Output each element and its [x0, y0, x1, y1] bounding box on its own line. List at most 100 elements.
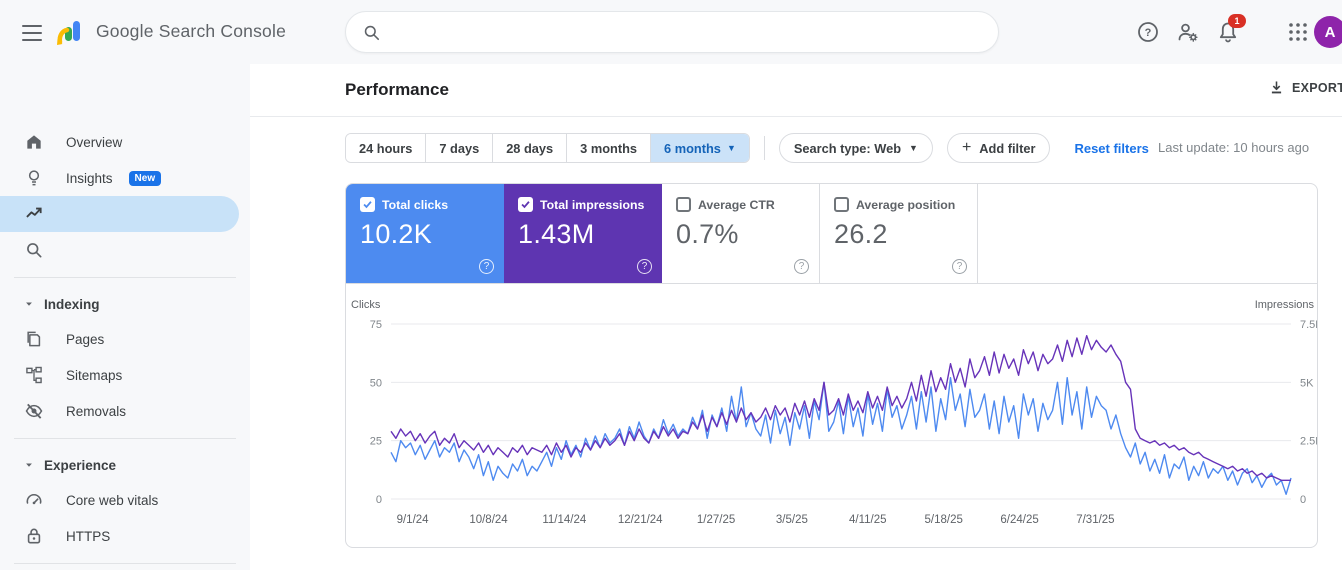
- avatar[interactable]: A: [1314, 16, 1342, 48]
- metric-value: 10.2K: [360, 219, 433, 249]
- date-range-6-months[interactable]: 6 months ▼: [651, 134, 749, 162]
- svg-text:50: 50: [370, 377, 382, 389]
- metric-label: Total clicks: [382, 197, 449, 212]
- svg-text:0: 0: [376, 494, 382, 506]
- top-bar: Google Search Console ? 1 A: [0, 0, 1342, 64]
- sidebar-divider: [14, 277, 236, 278]
- metric-checkbox[interactable]: [834, 197, 849, 212]
- sidebar-item-label: HTTPS: [66, 528, 111, 544]
- lightbulb-icon: [28, 170, 40, 186]
- sidebar-item-overview[interactable]: Overview: [0, 124, 250, 160]
- svg-text:75: 75: [370, 319, 382, 331]
- main-content: Performance EXPORT 24 hours 7 days 28 days…: [250, 64, 1342, 570]
- sidebar-item-sitemaps[interactable]: Sitemaps: [0, 357, 250, 393]
- svg-text:6/24/25: 6/24/25: [1000, 514, 1038, 526]
- export-label: EXPORT: [1292, 80, 1342, 95]
- trending-icon: [26, 207, 42, 218]
- performance-chart[interactable]: 0 0 25 2.5K 50 5K 75 7.5K Clicks Impressions 9/1/2…: [346, 284, 1318, 548]
- filter-divider: [763, 136, 765, 160]
- sidebar-item-label: Insights: [66, 170, 113, 186]
- sidebar-item-label: Core web vitals: [66, 492, 159, 508]
- performance-panel: Total clicks 10.2K? Total impressions 1.43M…: [345, 183, 1318, 548]
- metric-checkbox[interactable]: [676, 197, 691, 212]
- download-icon: [1271, 81, 1282, 94]
- sidebar-divider: [14, 563, 236, 564]
- metric-help-icon[interactable]: ?: [952, 259, 967, 274]
- metric-label: Average CTR: [698, 197, 775, 212]
- user-settings-icon[interactable]: [1176, 20, 1200, 44]
- date-range-group: 24 hours 7 days 28 days 3 months 6 months ▼: [345, 133, 750, 163]
- sidebar-item-label: Removals: [66, 403, 127, 419]
- metric-checkbox[interactable]: [360, 197, 375, 212]
- metric-tile-average-position[interactable]: Average position 26.2?: [820, 184, 978, 283]
- search-console-logo-icon: [57, 21, 80, 45]
- add-filter-label: Add filter: [979, 140, 1036, 156]
- sidebar-section-indexing[interactable]: Indexing: [0, 287, 250, 321]
- metric-value: 1.43M: [518, 219, 595, 249]
- date-range-7-days[interactable]: 7 days: [426, 134, 494, 162]
- svg-text:5/18/25: 5/18/25: [925, 514, 963, 526]
- svg-text:11/14/24: 11/14/24: [542, 514, 587, 526]
- apps-grid-icon[interactable]: [1286, 20, 1310, 44]
- notifications-bell-icon[interactable]: 1: [1216, 14, 1246, 44]
- sidebar-item-url-inspection[interactable]: [0, 232, 250, 268]
- svg-text:Impressions: Impressions: [1255, 299, 1315, 311]
- date-range-label: 28 days: [506, 140, 554, 156]
- chevron-down-icon: ▼: [909, 142, 918, 153]
- svg-text:?: ?: [1145, 27, 1152, 39]
- metric-tile-total-clicks[interactable]: Total clicks 10.2K?: [346, 184, 504, 283]
- svg-text:3/5/25: 3/5/25: [776, 514, 808, 526]
- svg-text:Clicks: Clicks: [351, 299, 381, 311]
- metric-checkbox[interactable]: [518, 197, 533, 212]
- svg-text:4/11/25: 4/11/25: [849, 514, 887, 526]
- title-row: Performance EXPORT: [250, 64, 1342, 117]
- metric-help-icon[interactable]: ?: [794, 259, 809, 274]
- date-range-24-hours[interactable]: 24 hours: [346, 134, 427, 162]
- sidebar-item-insights[interactable]: Insights New: [0, 160, 250, 196]
- date-range-28-days[interactable]: 28 days: [493, 134, 568, 162]
- notification-badge: 1: [1228, 14, 1246, 28]
- sidebar-item-removals[interactable]: Removals: [0, 393, 250, 429]
- metric-help-icon[interactable]: ?: [637, 259, 652, 274]
- speedometer-icon: [26, 493, 42, 505]
- export-button[interactable]: EXPORT: [1262, 78, 1342, 97]
- add-filter-chip[interactable]: + Add filter: [946, 133, 1051, 163]
- reset-filters-link[interactable]: Reset filters: [1068, 140, 1154, 157]
- metric-value: 0.7%: [676, 219, 739, 249]
- svg-text:5K: 5K: [1300, 377, 1314, 389]
- svg-text:0: 0: [1300, 494, 1306, 506]
- date-range-3-months[interactable]: 3 months: [567, 134, 652, 162]
- metric-tile-average-ctr[interactable]: Average CTR 0.7%?: [662, 184, 820, 283]
- help-icon[interactable]: ?: [1136, 20, 1160, 44]
- svg-text:9/1/24: 9/1/24: [397, 514, 430, 526]
- new-badge: New: [128, 170, 162, 186]
- sidebar-section-experience[interactable]: Experience: [0, 448, 250, 482]
- avatar-letter: A: [1324, 23, 1336, 41]
- global-search-bar[interactable]: [345, 11, 999, 53]
- home-icon: [27, 135, 41, 149]
- sidebar-item-pages[interactable]: Pages: [0, 321, 250, 357]
- page-title: Performance: [345, 80, 449, 99]
- page: Google Search Console ? 1 A Overview Ins…: [0, 0, 1342, 570]
- caret-down-icon: [26, 463, 32, 467]
- search-icon: [364, 25, 380, 40]
- search-input[interactable]: [391, 23, 982, 41]
- metric-help-icon[interactable]: ?: [479, 259, 494, 274]
- metric-tile-total-impressions[interactable]: Total impressions 1.43M?: [504, 184, 662, 283]
- sidebar-divider: [14, 438, 236, 439]
- sidebar-item-label: Overview: [66, 134, 123, 150]
- sidebar-item-https[interactable]: HTTPS: [0, 518, 250, 554]
- sidebar-item-core-web-vitals[interactable]: Core web vitals: [0, 482, 250, 518]
- search-type-label: Search type: Web: [793, 140, 902, 156]
- date-range-label: 6 months: [664, 140, 721, 156]
- svg-text:12/21/24: 12/21/24: [618, 514, 663, 526]
- chevron-down-icon: ▼: [726, 142, 736, 153]
- search-type-chip[interactable]: Search type: Web ▼: [778, 133, 933, 163]
- svg-text:25: 25: [370, 436, 382, 448]
- menu-icon[interactable]: [20, 20, 44, 44]
- pages-icon: [27, 331, 41, 347]
- lock-icon: [27, 528, 41, 544]
- sidebar-item-performance[interactable]: [0, 196, 239, 232]
- sidebar-section-label: Indexing: [44, 296, 100, 312]
- sitemaps-icon: [26, 366, 42, 384]
